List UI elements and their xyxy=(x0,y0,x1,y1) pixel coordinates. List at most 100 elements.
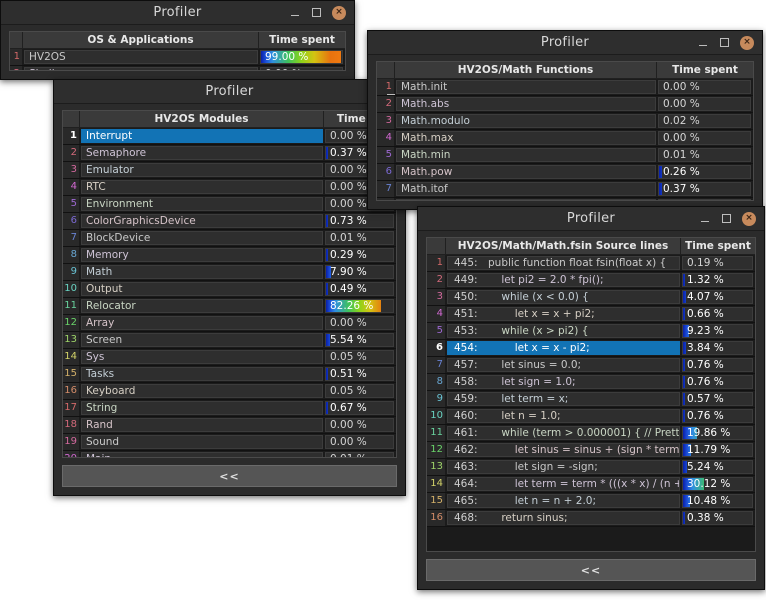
table-row[interactable]: 14 464: let term = term * (((x * x) / (n … xyxy=(427,476,755,493)
titlebar[interactable]: Profiler xyxy=(418,207,764,231)
row-time-cell: 0.00 % xyxy=(324,417,396,433)
table-row[interactable]: 15 465: let n = n + 2.0; 10.48 % xyxy=(427,493,755,510)
table-row[interactable]: 10 460: let n = 1.0; 0.76 % xyxy=(427,408,755,425)
time-spent-text: 0.01 % xyxy=(326,453,367,457)
close-icon[interactable] xyxy=(740,35,754,50)
table-row[interactable]: 3 Emulator 0.00 % xyxy=(63,162,396,179)
table-row[interactable]: 13 Screen 5.54 % xyxy=(63,332,396,349)
window-os-applications[interactable]: Profiler OS & Applications Time spent 1H… xyxy=(0,0,355,80)
profiler-table[interactable]: HV2OS Modules Time sp 1 Interrupt 0.00 % 2 S… xyxy=(62,110,397,458)
table-row[interactable]: 7 Math.itof 0.37 % xyxy=(377,181,753,198)
table-row[interactable]: 1 Math.init 0.00 % xyxy=(377,79,753,96)
table-row[interactable]: 1 Interrupt 0.00 % xyxy=(63,128,396,145)
window-hv2os-modules[interactable]: Profiler HV2OS Modules Time sp 1 Interrup… xyxy=(53,79,406,496)
titlebar[interactable]: Profiler xyxy=(54,80,405,104)
time-spent-text: 0.01 % xyxy=(663,149,700,161)
header-index xyxy=(63,111,80,127)
row-time-cell: 0.76 % xyxy=(681,357,755,373)
maximize-icon[interactable] xyxy=(720,212,733,225)
back-button[interactable]: << xyxy=(62,465,397,487)
row-label: 461: while (term > 0.000001) { // Pretty… xyxy=(447,426,680,440)
time-spent-value: 0.05 % xyxy=(325,350,394,364)
row-label-cell: 465: let n = n + 2.0; xyxy=(445,493,681,509)
row-label-cell: String xyxy=(79,400,324,416)
row-label-cell: Math.abs xyxy=(394,96,657,112)
table-row[interactable]: 11 461: while (term > 0.000001) { // Pret… xyxy=(427,425,755,442)
row-label: 463: let sign = -sign; xyxy=(447,460,680,474)
table-row[interactable]: 7 BlockDevice 0.01 % xyxy=(63,230,396,247)
table-row[interactable]: 2 449: let pi2 = 2.0 * fpi(); 1.32 % xyxy=(427,272,755,289)
table-row[interactable]: 1 445: public function float fsin(float x)… xyxy=(427,255,755,272)
row-time-cell: 0.76 % xyxy=(681,374,755,390)
time-spent-value: 0.00 % xyxy=(325,316,394,330)
table-row[interactable]: 16 468: return sinus; 0.38 % xyxy=(427,510,755,527)
row-time-cell: 9.23 % xyxy=(681,323,755,339)
window-fsin-source-lines[interactable]: Profiler HV2OS/Math/Math.fsin Source lin… xyxy=(417,206,765,590)
maximize-icon[interactable] xyxy=(310,6,323,19)
back-button[interactable]: << xyxy=(426,559,756,581)
table-row[interactable]: 8 458: let sign = 1.0; 0.76 % xyxy=(427,374,755,391)
minimize-icon[interactable] xyxy=(384,85,397,98)
row-label-cell: Emulator xyxy=(79,162,324,178)
table-row[interactable]: 6 454: let x = x - pi2; 3.84 % xyxy=(427,340,755,357)
close-icon[interactable] xyxy=(332,5,346,20)
table-row[interactable]: 10 Output 0.49 % xyxy=(63,281,396,298)
row-time-cell: 0.83 % xyxy=(657,198,753,200)
time-spent-text: 0.00 % xyxy=(330,181,367,193)
row-time-cell: 0.00 % xyxy=(324,315,396,331)
table-row[interactable]: 4 RTC 0.00 % xyxy=(63,179,396,196)
table-row[interactable]: 2Shell0.00 % xyxy=(10,66,345,70)
table-row[interactable]: 9 Math 7.90 % xyxy=(63,264,396,281)
table-row[interactable]: 6 Math.pow 0.26 % xyxy=(377,164,753,181)
row-label: Output xyxy=(81,282,323,296)
profiler-table[interactable]: OS & Applications Time spent 1 HV2OS 99.00… xyxy=(9,31,346,71)
table-row[interactable]: 8Math.fpi0.83 % xyxy=(377,198,753,200)
window-math-functions[interactable]: Profiler HV2OS/Math Functions Time spent… xyxy=(367,30,763,210)
titlebar[interactable]: Profiler xyxy=(368,31,762,55)
row-label: 468: return sinus; xyxy=(447,511,680,525)
close-icon[interactable] xyxy=(742,211,756,226)
row-time-cell: 0.01 % xyxy=(324,451,396,457)
table-row[interactable]: 5 Math.min 0.01 % xyxy=(377,147,753,164)
table-row[interactable]: 5 Environment 0.00 % xyxy=(63,196,396,213)
time-spent-text: 19.86 % xyxy=(687,427,731,439)
profiler-table[interactable]: HV2OS/Math/Math.fsin Source lines Time s… xyxy=(426,237,756,552)
minimize-icon[interactable] xyxy=(696,36,709,49)
minimize-icon[interactable] xyxy=(698,212,711,225)
time-spent-value: 0.05 % xyxy=(325,384,394,398)
table-row[interactable]: 4 451: let x = x + pi2; 0.66 % xyxy=(427,306,755,323)
table-row[interactable]: 14 Sys 0.05 % xyxy=(63,349,396,366)
row-label-cell: Sys xyxy=(79,349,324,365)
row-label: Semaphore xyxy=(81,146,323,160)
table-row[interactable]: 3 Math.modulo 0.02 % xyxy=(377,113,753,130)
table-row[interactable]: 15 Tasks 0.51 % xyxy=(63,366,396,383)
source-line-code: let n = n + 2.0; xyxy=(488,495,597,507)
row-time-cell: 0.76 % xyxy=(681,408,755,424)
table-row[interactable]: 9 459: let term = x; 0.57 % xyxy=(427,391,755,408)
table-row[interactable]: 5 453: while (x > pi2) {9.23 % xyxy=(427,323,755,340)
table-row[interactable]: 16 Keyboard 0.05 % xyxy=(63,383,396,400)
minimize-icon[interactable] xyxy=(288,6,301,19)
maximize-icon[interactable] xyxy=(718,36,731,49)
time-spent-text: 0.00 % xyxy=(663,132,700,144)
table-row[interactable]: 3 450: while (x < 0.0) {4.07 % xyxy=(427,289,755,306)
table-row[interactable]: 2 Math.abs 0.00 % xyxy=(377,96,753,113)
table-row[interactable]: 13 463: let sign = -sign; 5.24 % xyxy=(427,459,755,476)
table-row[interactable]: 18 Rand 0.00 % xyxy=(63,417,396,434)
table-row[interactable]: 7 457: let sinus = 0.0; 0.76 % xyxy=(427,357,755,374)
header-index xyxy=(377,62,395,78)
source-line-number: 454: xyxy=(454,342,478,354)
table-row[interactable]: 12 462: let sinus = sinus + (sign * term)… xyxy=(427,442,755,459)
table-row[interactable]: 2 Semaphore 0.37 % xyxy=(63,145,396,162)
table-row[interactable]: 6 ColorGraphicsDevice 0.73 % xyxy=(63,213,396,230)
table-row[interactable]: 19 Sound 0.00 % xyxy=(63,434,396,451)
table-row[interactable]: 11 Relocator 82.26 % xyxy=(63,298,396,315)
table-row[interactable]: 4 Math.max 0.00 % xyxy=(377,130,753,147)
table-row[interactable]: 12 Array 0.00 % xyxy=(63,315,396,332)
table-row[interactable]: 17 String 0.67 % xyxy=(63,400,396,417)
table-row[interactable]: 1 HV2OS 99.00 % xyxy=(10,49,345,66)
profiler-table[interactable]: HV2OS/Math Functions Time spent 1 Math.in… xyxy=(376,61,754,201)
table-row[interactable]: 8 Memory 0.29 % xyxy=(63,247,396,264)
titlebar[interactable]: Profiler xyxy=(1,1,354,25)
table-row[interactable]: 20Main0.01 % xyxy=(63,451,396,457)
